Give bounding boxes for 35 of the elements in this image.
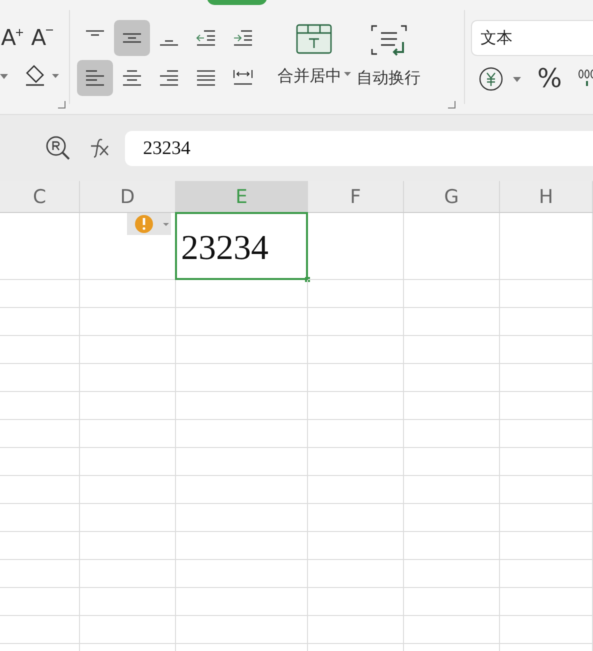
merge-center-button[interactable]: 合并居中 (278, 24, 351, 114)
center-align-icon (123, 70, 142, 86)
column-header[interactable]: H (500, 181, 593, 212)
middle-align-button[interactable] (114, 20, 150, 56)
number-format-dropdown[interactable]: 文本 (471, 20, 593, 56)
caret-icon[interactable] (0, 74, 8, 78)
caret-icon[interactable] (513, 76, 522, 82)
column-header[interactable]: G (404, 181, 500, 212)
outdent-align-icon (196, 30, 216, 46)
currency-icon[interactable] (479, 66, 506, 92)
wrap-text-icon (370, 24, 408, 56)
plus-icon (16, 28, 24, 36)
justify-align-icon (197, 70, 216, 86)
top-align-icon (86, 30, 104, 36)
right-align-icon (160, 70, 178, 86)
left-align-icon (86, 70, 104, 86)
indent-align-icon (234, 30, 252, 46)
caret-icon (344, 72, 351, 76)
minus-icon (46, 28, 54, 30)
active-cell[interactable]: 23234 (175, 212, 308, 280)
zoom-icon[interactable] (45, 135, 71, 161)
bottom-align-icon (160, 40, 178, 46)
middle-align-icon (123, 33, 142, 43)
font-shrink-button[interactable]: A (31, 26, 54, 50)
dialog-launcher-icon[interactable] (58, 101, 66, 109)
left-align-button[interactable] (77, 60, 114, 96)
dialog-launcher-icon[interactable] (448, 101, 456, 109)
formula-input[interactable]: 23234 (125, 130, 593, 166)
font-grow-button[interactable]: A (1, 26, 24, 50)
merge-cells-icon (296, 24, 332, 54)
percent-button[interactable]: % (529, 64, 570, 94)
distributed-align-icon (234, 69, 253, 85)
column-header[interactable]: C (0, 181, 80, 212)
wrap-text-button[interactable]: 自动换行 (356, 24, 421, 114)
column-header[interactable]: F (308, 181, 404, 212)
